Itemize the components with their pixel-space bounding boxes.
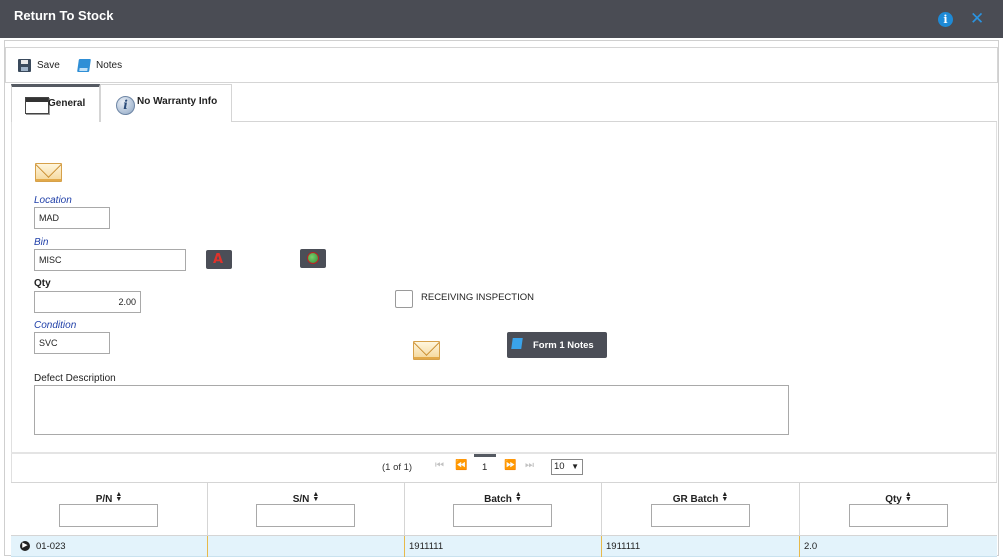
column-header-gr-batch[interactable]: GR Batch ▲ ▼ (602, 483, 800, 536)
receiving-inspection-label: RECEIVING INSPECTION (421, 292, 534, 303)
info-icon: i (116, 96, 135, 115)
notes-icon (511, 338, 523, 349)
bin-map-button[interactable] (300, 249, 326, 268)
table-row[interactable]: ▶ 01-023 1911111 1911111 2.0 (11, 536, 997, 557)
tab-no-warranty-info[interactable]: i No Warranty Info (100, 84, 232, 122)
tab-no-warranty-info-label: No Warranty Info (137, 96, 218, 107)
save-button[interactable]: Save (18, 57, 60, 73)
title-bar: Return To Stock i ✕ (0, 0, 1003, 38)
column-header-qty[interactable]: Qty ▲ ▼ (800, 483, 997, 536)
defect-description-field[interactable] (34, 385, 789, 435)
tab-bar: General i No Warranty Info (11, 84, 997, 122)
previous-page-icon[interactable]: ⏪ (455, 460, 467, 471)
last-page-icon[interactable]: ⏭ (525, 460, 534, 471)
save-label: Save (37, 59, 60, 71)
location-label[interactable]: Location (34, 195, 72, 206)
cell-qty: 2.0 (804, 541, 818, 552)
filter-input-sn[interactable] (256, 504, 355, 527)
floppy-disk-icon (18, 58, 31, 72)
info-icon[interactable]: i (938, 12, 953, 27)
location-field[interactable] (34, 207, 110, 229)
sort-icon[interactable]: ▲ ▼ (115, 491, 122, 503)
next-page-icon[interactable]: ⏩ (504, 460, 516, 471)
paginator: (1 of 1) ⏮ ⏪ 1 ⏩ ⏭ 10 ▼ (11, 454, 997, 482)
results-grid: P/N ▲ ▼ S/N ▲ ▼ Batch ▲ ▼ GR Batch ▲ ▼ Qty ▲ ▼ ▶ 0… (11, 482, 997, 557)
filter-input-gr-batch[interactable] (651, 504, 750, 527)
close-icon[interactable]: ✕ (970, 9, 984, 29)
form1-notes-button[interactable]: Form 1 Notes (507, 332, 607, 358)
column-header-batch[interactable]: Batch ▲ ▼ (405, 483, 602, 536)
qty-field[interactable] (34, 291, 141, 313)
condition-field[interactable] (34, 332, 110, 354)
acrobat-icon: A (213, 252, 224, 267)
sort-icon[interactable]: ▲ ▼ (312, 491, 319, 503)
notes-button[interactable]: Notes (77, 57, 123, 73)
bin-lookup-button[interactable]: A (206, 250, 232, 269)
page-size-select[interactable]: 10 ▼ (551, 459, 583, 475)
bin-field[interactable] (34, 249, 186, 271)
envelope-icon[interactable] (35, 163, 62, 182)
notes-label: Notes (96, 59, 123, 71)
cell-sn (208, 536, 405, 557)
envelope-icon[interactable] (413, 341, 440, 360)
window-icon (25, 97, 49, 114)
current-page-indicator (474, 454, 496, 457)
tab-general[interactable]: General (11, 84, 100, 122)
cell-pn-value: 01-023 (36, 541, 66, 552)
toolbar: Save Notes (5, 47, 998, 83)
bin-label[interactable]: Bin (34, 237, 48, 248)
sort-icon[interactable]: ▲ ▼ (721, 491, 728, 503)
cell-pn: ▶ 01-023 (11, 536, 208, 557)
filter-input-batch[interactable] (453, 504, 552, 527)
sort-icon[interactable]: ▲ ▼ (515, 491, 522, 503)
chevron-down-icon: ▼ (571, 462, 579, 471)
column-header-pn[interactable]: P/N ▲ ▼ (11, 483, 208, 536)
condition-label[interactable]: Condition (34, 320, 76, 331)
form1-notes-label: Form 1 Notes (533, 340, 594, 351)
map-icon (307, 252, 319, 264)
filter-input-pn[interactable] (59, 504, 158, 527)
sort-icon[interactable]: ▲ ▼ (905, 491, 912, 503)
cell-batch: 1911111 (405, 536, 602, 557)
page-summary: (1 of 1) (382, 462, 413, 473)
receiving-inspection-checkbox[interactable] (395, 290, 413, 308)
notes-icon (77, 58, 91, 72)
tab-general-label: General (48, 98, 86, 109)
filter-input-qty[interactable] (849, 504, 948, 527)
window-title: Return To Stock (14, 8, 114, 23)
row-expander-icon[interactable]: ▶ (20, 541, 30, 551)
column-header-sn[interactable]: S/N ▲ ▼ (208, 483, 405, 536)
cell-gr-batch: 1911111 (602, 536, 800, 557)
defect-description-label: Defect Description (34, 373, 116, 384)
page-size-value: 10 (554, 461, 565, 472)
page-number[interactable]: 1 (482, 462, 487, 473)
qty-label: Qty (34, 278, 51, 289)
first-page-icon[interactable]: ⏮ (435, 460, 444, 471)
